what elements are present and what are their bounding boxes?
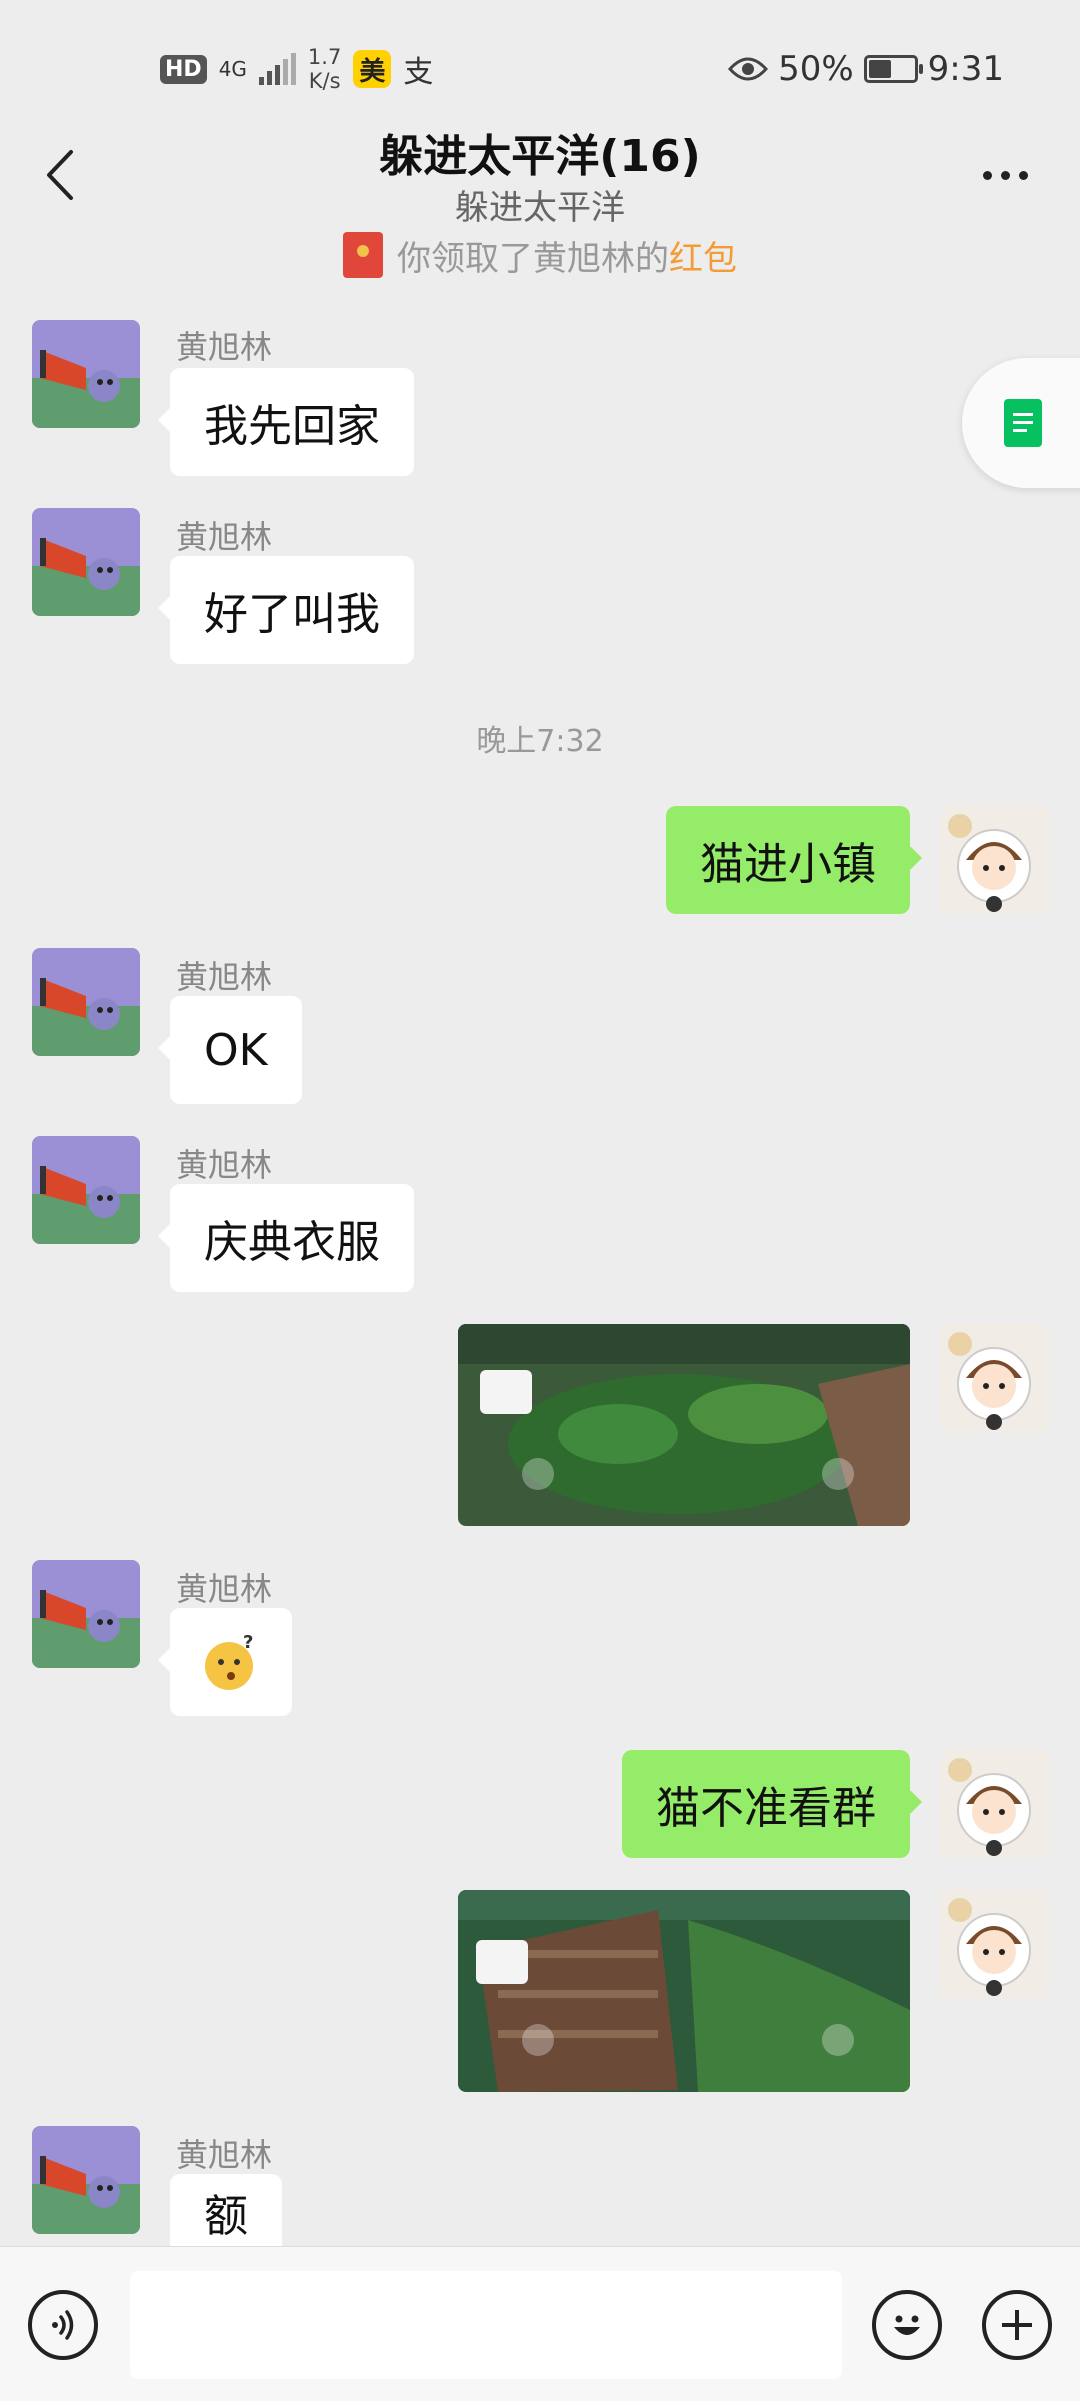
sender-name: 黄旭林	[176, 518, 273, 556]
document-icon	[1004, 399, 1042, 447]
avatar[interactable]	[32, 2126, 140, 2234]
battery-fill	[868, 60, 891, 78]
avatar[interactable]	[32, 948, 140, 1056]
red-packet-link[interactable]: 红包	[669, 239, 737, 279]
more-dot	[1000, 170, 1010, 180]
image-message[interactable]	[458, 1890, 910, 2092]
battery-percent: 50%	[778, 49, 854, 89]
message-bubble[interactable]: ?	[158, 1608, 292, 1716]
my-avatar[interactable]	[940, 1324, 1048, 1432]
cartoon-avatar	[32, 508, 140, 616]
message-bubble[interactable]: 我先回家	[158, 368, 414, 476]
status-right: 50% 9:31	[728, 46, 1004, 92]
chat-subtitle: 躲进太平洋	[455, 188, 625, 228]
plus-icon	[1002, 2310, 1032, 2340]
hd-badge: HD	[160, 54, 207, 84]
game-screenshot-image	[458, 1890, 910, 2092]
meituan-icon: 美	[353, 50, 392, 88]
sender-name: 黄旭林	[176, 2136, 273, 2174]
cartoon-avatar	[32, 2126, 140, 2234]
red-packet-icon	[343, 232, 383, 278]
eye-icon	[728, 57, 769, 81]
sender-name: 黄旭林	[176, 958, 273, 996]
timestamp: 晚上7:32	[476, 724, 604, 759]
status-bar: HD 4G 1.7 K/s 美 支 50% 9:31	[0, 0, 1080, 136]
more-dot	[982, 170, 992, 180]
astronaut-avatar	[940, 1324, 1048, 1432]
voice-icon	[52, 2310, 74, 2340]
message-bubble[interactable]: OK	[158, 996, 302, 1104]
more-functions-button[interactable]	[982, 2290, 1052, 2360]
message-bubble[interactable]: 好了叫我	[158, 556, 414, 664]
chat-title: 躲进太平洋(16)	[379, 131, 701, 182]
astronaut-avatar	[940, 1750, 1048, 1858]
red-packet-note-text: 你领取了黄旭林的	[397, 238, 669, 279]
avatar[interactable]	[32, 1560, 140, 1668]
sender-name: 黄旭林	[176, 1146, 273, 1184]
emoji-button[interactable]	[872, 2290, 942, 2360]
image-message[interactable]	[458, 1324, 910, 1526]
emoji-icon	[894, 2315, 920, 2335]
more-dot	[1018, 170, 1028, 180]
cartoon-avatar	[32, 1136, 140, 1244]
my-message-bubble[interactable]: 猫进小镇	[666, 806, 922, 914]
floating-doc-button[interactable]	[962, 358, 1080, 488]
network-speed: 1.7 K/s	[308, 45, 341, 93]
cartoon-avatar	[32, 320, 140, 428]
avatar[interactable]	[32, 508, 140, 616]
network-type: 4G	[218, 57, 247, 81]
red-packet-note: 你领取了黄旭林的红包	[0, 230, 1080, 280]
battery-icon	[863, 55, 923, 83]
more-button[interactable]	[970, 150, 1040, 200]
speed-value: 1.7	[307, 45, 342, 69]
alipay-icon: 支	[403, 55, 434, 90]
confused-face-emoji: ?	[205, 1632, 253, 1690]
signal-icon	[258, 53, 296, 85]
speed-unit: K/s	[308, 69, 341, 93]
status-left: HD 4G 1.7 K/s 美 支	[160, 45, 434, 93]
message-bubble[interactable]: 额	[170, 2174, 282, 2246]
avatar[interactable]	[32, 320, 140, 428]
message-bubble[interactable]: 庆典衣服	[158, 1184, 414, 1292]
sender-name: 黄旭林	[176, 1570, 273, 1608]
svg-text:?: ?	[243, 1632, 253, 1653]
astronaut-avatar	[940, 806, 1048, 914]
clock: 9:31	[927, 49, 1004, 89]
astronaut-avatar	[940, 1890, 1048, 1998]
sender-name: 黄旭林	[176, 328, 273, 366]
cartoon-avatar	[32, 948, 140, 1056]
my-avatar[interactable]	[940, 1750, 1048, 1858]
game-screenshot-image	[458, 1324, 910, 1526]
message-input[interactable]	[130, 2271, 842, 2379]
voice-button[interactable]	[28, 2290, 98, 2360]
my-avatar[interactable]	[940, 806, 1048, 914]
my-avatar[interactable]	[940, 1890, 1048, 1998]
my-message-bubble[interactable]: 猫不准看群	[622, 1750, 922, 1858]
avatar[interactable]	[32, 1136, 140, 1244]
cartoon-avatar	[32, 1560, 140, 1668]
